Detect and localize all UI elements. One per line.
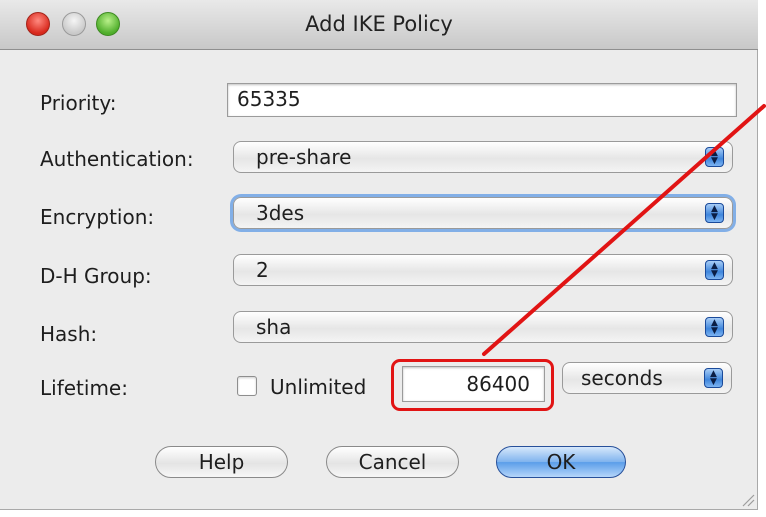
cancel-button[interactable]: Cancel [326,446,459,478]
priority-field[interactable]: 65335 [227,83,737,117]
help-button[interactable]: Help [155,446,288,478]
lifetime-unit-value: seconds [581,366,663,390]
updown-arrows-icon: ▲ ▼ [705,260,724,280]
authentication-value: pre-share [256,145,352,169]
hash-select[interactable]: sha ▲ ▼ [233,311,733,343]
hash-label: Hash: [40,322,98,346]
window-title: Add IKE Policy [305,12,453,36]
authentication-label: Authentication: [40,147,194,171]
unlimited-label[interactable]: Unlimited [270,375,366,399]
priority-value: 65335 [237,87,301,111]
authentication-select[interactable]: pre-share ▲ ▼ [233,141,733,173]
resize-grip-icon[interactable] [741,493,755,507]
dh-group-value: 2 [256,258,269,282]
updown-arrows-icon: ▲ ▼ [704,368,723,388]
updown-arrows-icon: ▲ ▼ [705,147,724,167]
add-ike-policy-dialog: Add IKE Policy Priority: 65335 Authentic… [0,0,758,510]
encryption-value: 3des [256,201,305,225]
lifetime-highlight-box [391,359,554,411]
lifetime-label: Lifetime: [40,376,128,400]
hash-value: sha [256,315,292,339]
encryption-label: Encryption: [40,205,155,229]
dh-group-select[interactable]: 2 ▲ ▼ [233,254,733,286]
ok-button[interactable]: OK [496,446,626,478]
lifetime-unit-select[interactable]: seconds ▲ ▼ [562,362,732,394]
updown-arrows-icon: ▲ ▼ [705,317,724,337]
encryption-select[interactable]: 3des ▲ ▼ [233,197,733,229]
unlimited-checkbox[interactable] [237,376,257,396]
title-bar[interactable]: Add IKE Policy [0,0,758,50]
updown-arrows-icon: ▲ ▼ [705,203,724,223]
priority-label: Priority: [40,91,117,115]
dh-group-label: D-H Group: [40,264,152,288]
